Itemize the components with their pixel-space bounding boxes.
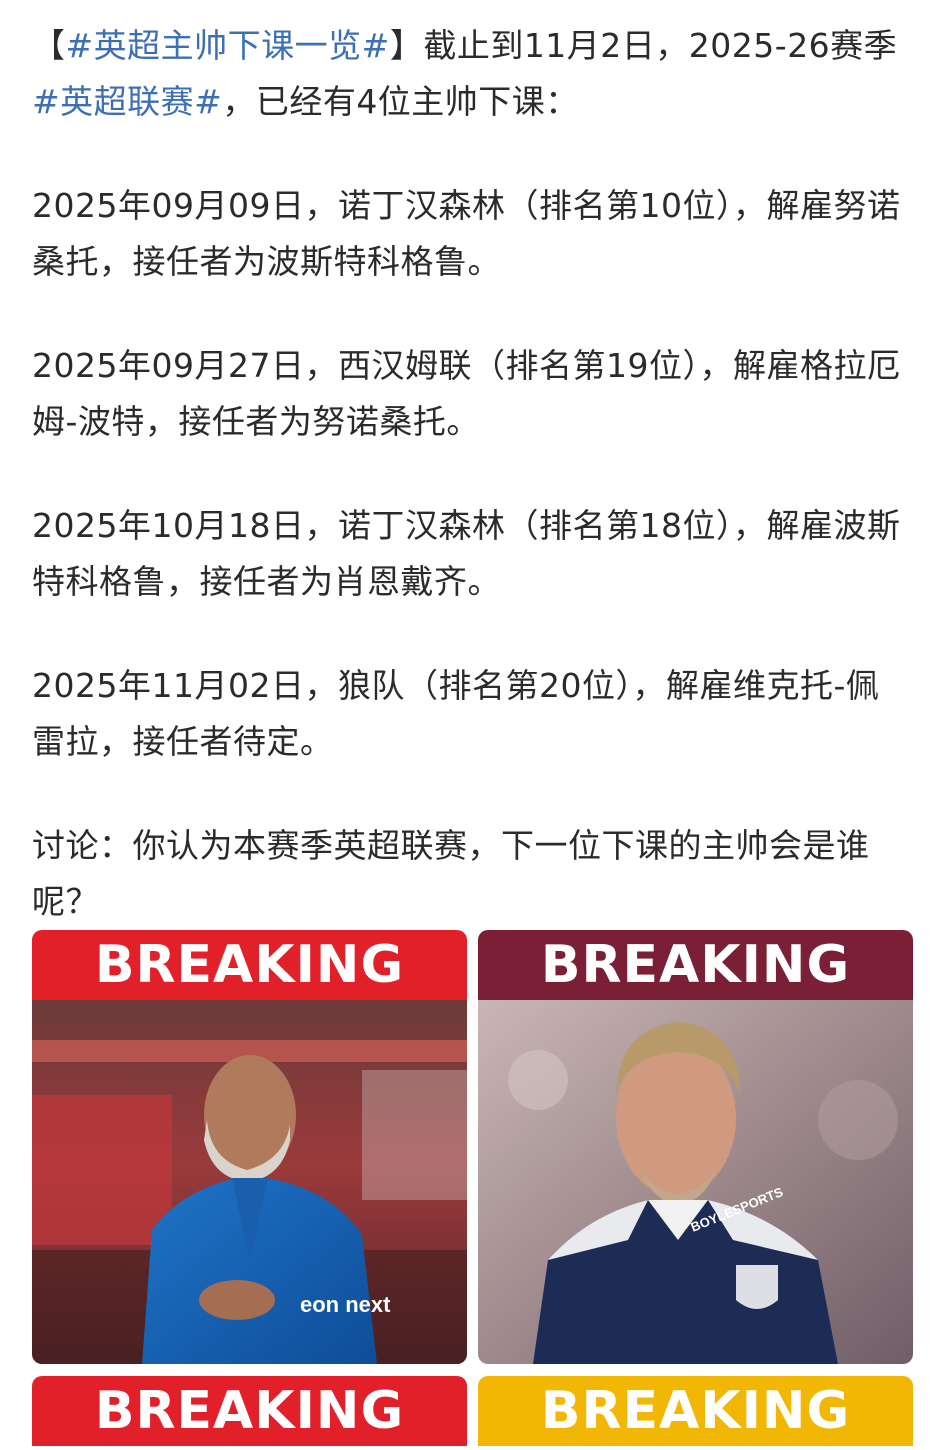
entry-paragraph-2: 2025年09月27日，西汉姆联（排名第19位），解雇格拉厄姆-波特，接任者为努… [32,346,901,441]
post-body: 【#英超主帅下课一览#】截止到11月2日，2025-26赛季 #英超联赛#，已经有… [32,18,912,930]
breaking-banner: BREAKING [32,1376,467,1446]
coach-photo-2: BOYLESPORTS [478,1000,913,1364]
breaking-label: BREAKING [94,1381,405,1441]
image-card-1[interactable]: BREAKING eon next [32,930,467,1364]
breaking-label: BREAKING [94,935,405,995]
jersey-sponsor-text: eon next [300,1292,391,1317]
bracket-open: 【 [32,26,66,65]
entry-paragraph-1: 2025年09月09日，诺丁汉森林（排名第10位），解雇努诺桑托，接任者为波斯特… [32,186,901,281]
breaking-banner: BREAKING [478,930,913,1000]
hashtag-coach-sackings[interactable]: #英超主帅下课一览# [66,26,390,65]
intro-text-2: ，已经有4位主帅下课： [222,82,579,121]
hashtag-premier-league[interactable]: #英超联赛# [32,82,222,121]
image-card-3[interactable]: BREAKING [32,1376,467,1450]
entry-paragraph-3: 2025年10月18日，诺丁汉森林（排名第18位），解雇波斯特科格鲁，接任者为肖… [32,506,901,601]
breaking-banner: BREAKING [478,1376,913,1446]
discussion-paragraph: 讨论：你认为本赛季英超联赛，下一位下课的主帅会是谁呢？ [32,826,870,921]
coach-photo-1: eon next [32,1000,467,1364]
intro-text-1: 】截止到11月2日，2025-26赛季 [389,26,898,65]
image-card-4[interactable]: BREAKING [478,1376,913,1450]
breaking-label: BREAKING [540,1381,851,1441]
entry-paragraph-4: 2025年11月02日，狼队（排名第20位），解雇维克托-佩雷拉，接任者待定。 [32,666,880,761]
breaking-label: BREAKING [540,935,851,995]
breaking-banner: BREAKING [32,930,467,1000]
intro-paragraph: 【#英超主帅下课一览#】截止到11月2日，2025-26赛季 #英超联赛#，已经有… [32,18,912,130]
image-card-2[interactable]: BREAKING BOYLESPORTS [478,930,913,1364]
